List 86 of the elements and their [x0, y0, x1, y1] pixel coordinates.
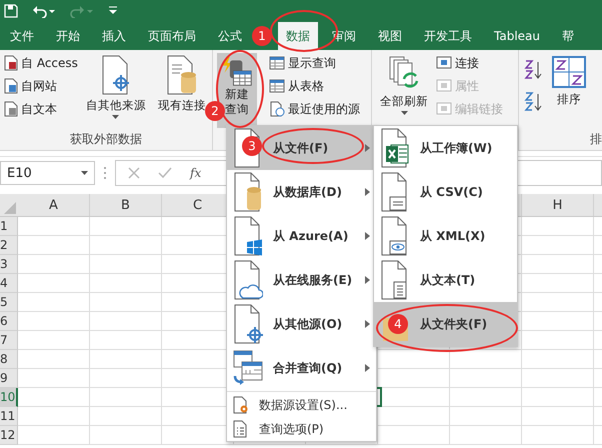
ribbon-tab[interactable]: 视图 — [370, 22, 410, 50]
ribbon-tab[interactable]: 数据 — [278, 22, 318, 50]
row-header[interactable]: 7 — [0, 331, 18, 350]
merge-tables-icon — [233, 348, 263, 388]
options-document-icon — [233, 420, 249, 438]
save-icon[interactable] — [4, 4, 18, 18]
menu-item[interactable]: 数据源设置(S)... — [227, 393, 376, 417]
submenu-arrow-icon — [365, 276, 370, 284]
insert-function-button[interactable]: fx — [190, 166, 202, 180]
link-document-icon — [436, 101, 452, 117]
document-icon — [4, 78, 18, 94]
ribbon-button[interactable]: 自其他来源 — [82, 53, 150, 128]
gear-document-icon — [233, 396, 249, 414]
ribbon-tab[interactable]: 文件 — [2, 22, 42, 50]
row-header[interactable]: 12 — [0, 426, 18, 445]
ribbon-button[interactable]: 自 Access — [4, 53, 78, 73]
window-icon — [269, 55, 285, 71]
database-document-icon — [166, 55, 198, 95]
sort-descending-icon[interactable] — [523, 91, 543, 113]
menu-item[interactable]: 从在线服务(E) — [227, 258, 376, 302]
ribbon-tab[interactable]: 开发工具 — [416, 22, 480, 50]
ribbon-button[interactable]: 从表格 — [269, 76, 360, 96]
customize-icon[interactable] — [108, 5, 118, 17]
submenu-arrow-icon — [365, 188, 370, 196]
caret-icon[interactable] — [400, 111, 408, 115]
ribbon-button[interactable]: 自文本 — [4, 99, 78, 119]
ribbon-button[interactable]: 最近使用的源 — [269, 99, 360, 119]
caret-icon[interactable] — [81, 171, 88, 175]
ribbon-tab[interactable]: 插入 — [94, 22, 134, 50]
table-icon — [269, 78, 285, 94]
sort-grid-icon — [551, 55, 587, 89]
menu-item[interactable]: 查询选项(P) — [227, 417, 376, 441]
ribbon-button[interactable]: 自网站 — [4, 76, 78, 96]
menu-item[interactable]: 从工作簿(W) — [374, 126, 517, 170]
ribbon-tab[interactable]: 页面布局 — [140, 22, 204, 50]
crosshair-icon — [233, 304, 263, 344]
submenu-arrow-icon — [365, 232, 370, 240]
row-header[interactable]: 8 — [0, 350, 18, 369]
row-header[interactable]: 10 — [0, 388, 18, 407]
row-header[interactable]: 11 — [0, 407, 18, 426]
submenu-arrow-icon — [365, 320, 370, 328]
caret-icon[interactable] — [112, 115, 120, 119]
menu-item[interactable]: 从 Azure(A) — [227, 214, 376, 258]
grip-icon — [103, 166, 107, 180]
ribbon-tab[interactable]: 公式 — [210, 22, 250, 50]
menu-item[interactable]: 从文本(T) — [374, 258, 517, 302]
undo-icon[interactable] — [32, 4, 56, 18]
row-header[interactable]: 6 — [0, 312, 18, 331]
ribbon-tab[interactable]: 开始 — [48, 22, 88, 50]
ribbon-button[interactable]: 连接 — [436, 53, 503, 73]
row-header[interactable]: 2 — [0, 236, 18, 255]
row-header[interactable]: 1 — [0, 217, 18, 236]
spreadsheet-document-icon — [380, 128, 410, 168]
clock-document-icon — [269, 101, 285, 117]
group-label: 获取外部数据 — [69, 130, 143, 148]
row-header[interactable]: 9 — [0, 369, 18, 388]
menu-item[interactable]: 从 XML(X) — [374, 214, 517, 258]
ribbon-tab[interactable]: 帮 — [554, 22, 582, 50]
properties-icon — [436, 78, 452, 94]
group-label: 排 — [590, 130, 602, 148]
menu-item[interactable]: 从其他源(O) — [227, 302, 376, 346]
column-header[interactable]: H — [522, 194, 594, 216]
sort-button[interactable]: 排序 — [547, 53, 591, 128]
ribbon-tab[interactable]: Tableau — [486, 22, 548, 50]
row-header[interactable]: 3 — [0, 255, 18, 274]
name-box[interactable]: E10 — [0, 161, 95, 185]
menu-item[interactable]: 合并查询(Q) — [227, 346, 376, 390]
submenu-arrow-icon — [365, 144, 370, 152]
windows-logo-icon — [233, 216, 263, 256]
document-icon — [4, 55, 18, 71]
database-table-icon — [221, 55, 253, 87]
column-header[interactable]: B — [90, 194, 162, 216]
menu-item[interactable]: 从 CSV(C) — [374, 170, 517, 214]
ribbon-button[interactable]: 显示查询 — [269, 53, 360, 73]
sort-ascending-icon[interactable] — [523, 59, 543, 81]
document-icon — [4, 101, 18, 117]
crosshair-document-icon — [100, 55, 131, 95]
cloud-icon — [233, 260, 263, 300]
database-icon — [233, 172, 263, 212]
submenu-arrow-icon — [365, 364, 370, 372]
row-header[interactable]: 4 — [0, 274, 18, 293]
check-icon[interactable] — [158, 167, 172, 179]
connection-icon — [436, 55, 452, 71]
ribbon-button[interactable]: 全部刷新 — [376, 53, 432, 128]
column-header[interactable]: A — [18, 194, 90, 216]
row-header[interactable]: 5 — [0, 293, 18, 312]
